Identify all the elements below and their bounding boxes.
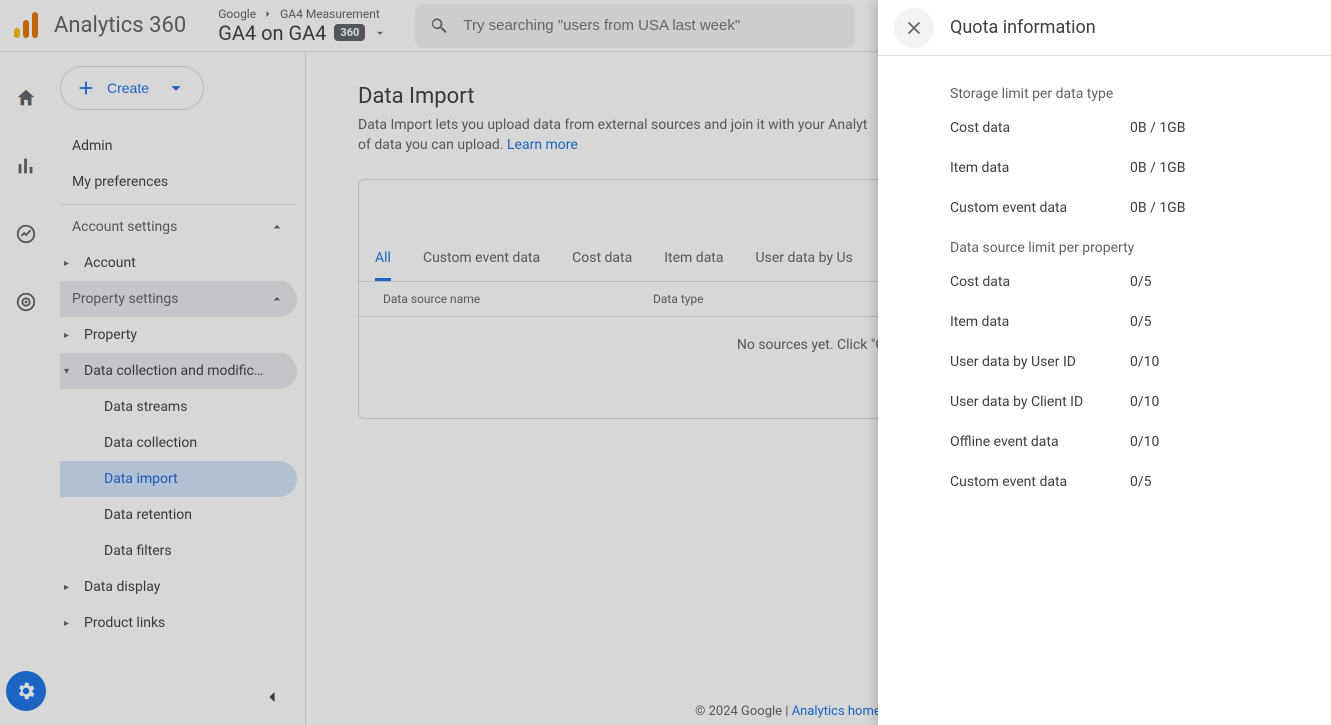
- section-storage-title: Storage limit per data type: [950, 86, 1295, 102]
- quota-row: Offline event data0/10: [950, 434, 1295, 450]
- close-panel-button[interactable]: [894, 8, 934, 48]
- quota-panel: Quota information Storage limit per data…: [878, 0, 1331, 725]
- quota-row: Custom event data0B / 1GB: [950, 200, 1295, 216]
- quota-row: Item data0B / 1GB: [950, 160, 1295, 176]
- quota-row: Cost data0/5: [950, 274, 1295, 290]
- section-limits-title: Data source limit per property: [950, 240, 1295, 256]
- quota-row: Cost data0B / 1GB: [950, 120, 1295, 136]
- quota-row: User data by Client ID0/10: [950, 394, 1295, 410]
- panel-header: Quota information: [878, 0, 1331, 56]
- panel-title: Quota information: [950, 17, 1096, 38]
- panel-body: Storage limit per data type Cost data0B …: [878, 56, 1331, 514]
- quota-row: Item data0/5: [950, 314, 1295, 330]
- quota-row: Custom event data0/5: [950, 474, 1295, 490]
- quota-row: User data by User ID0/10: [950, 354, 1295, 370]
- close-icon: [904, 18, 924, 38]
